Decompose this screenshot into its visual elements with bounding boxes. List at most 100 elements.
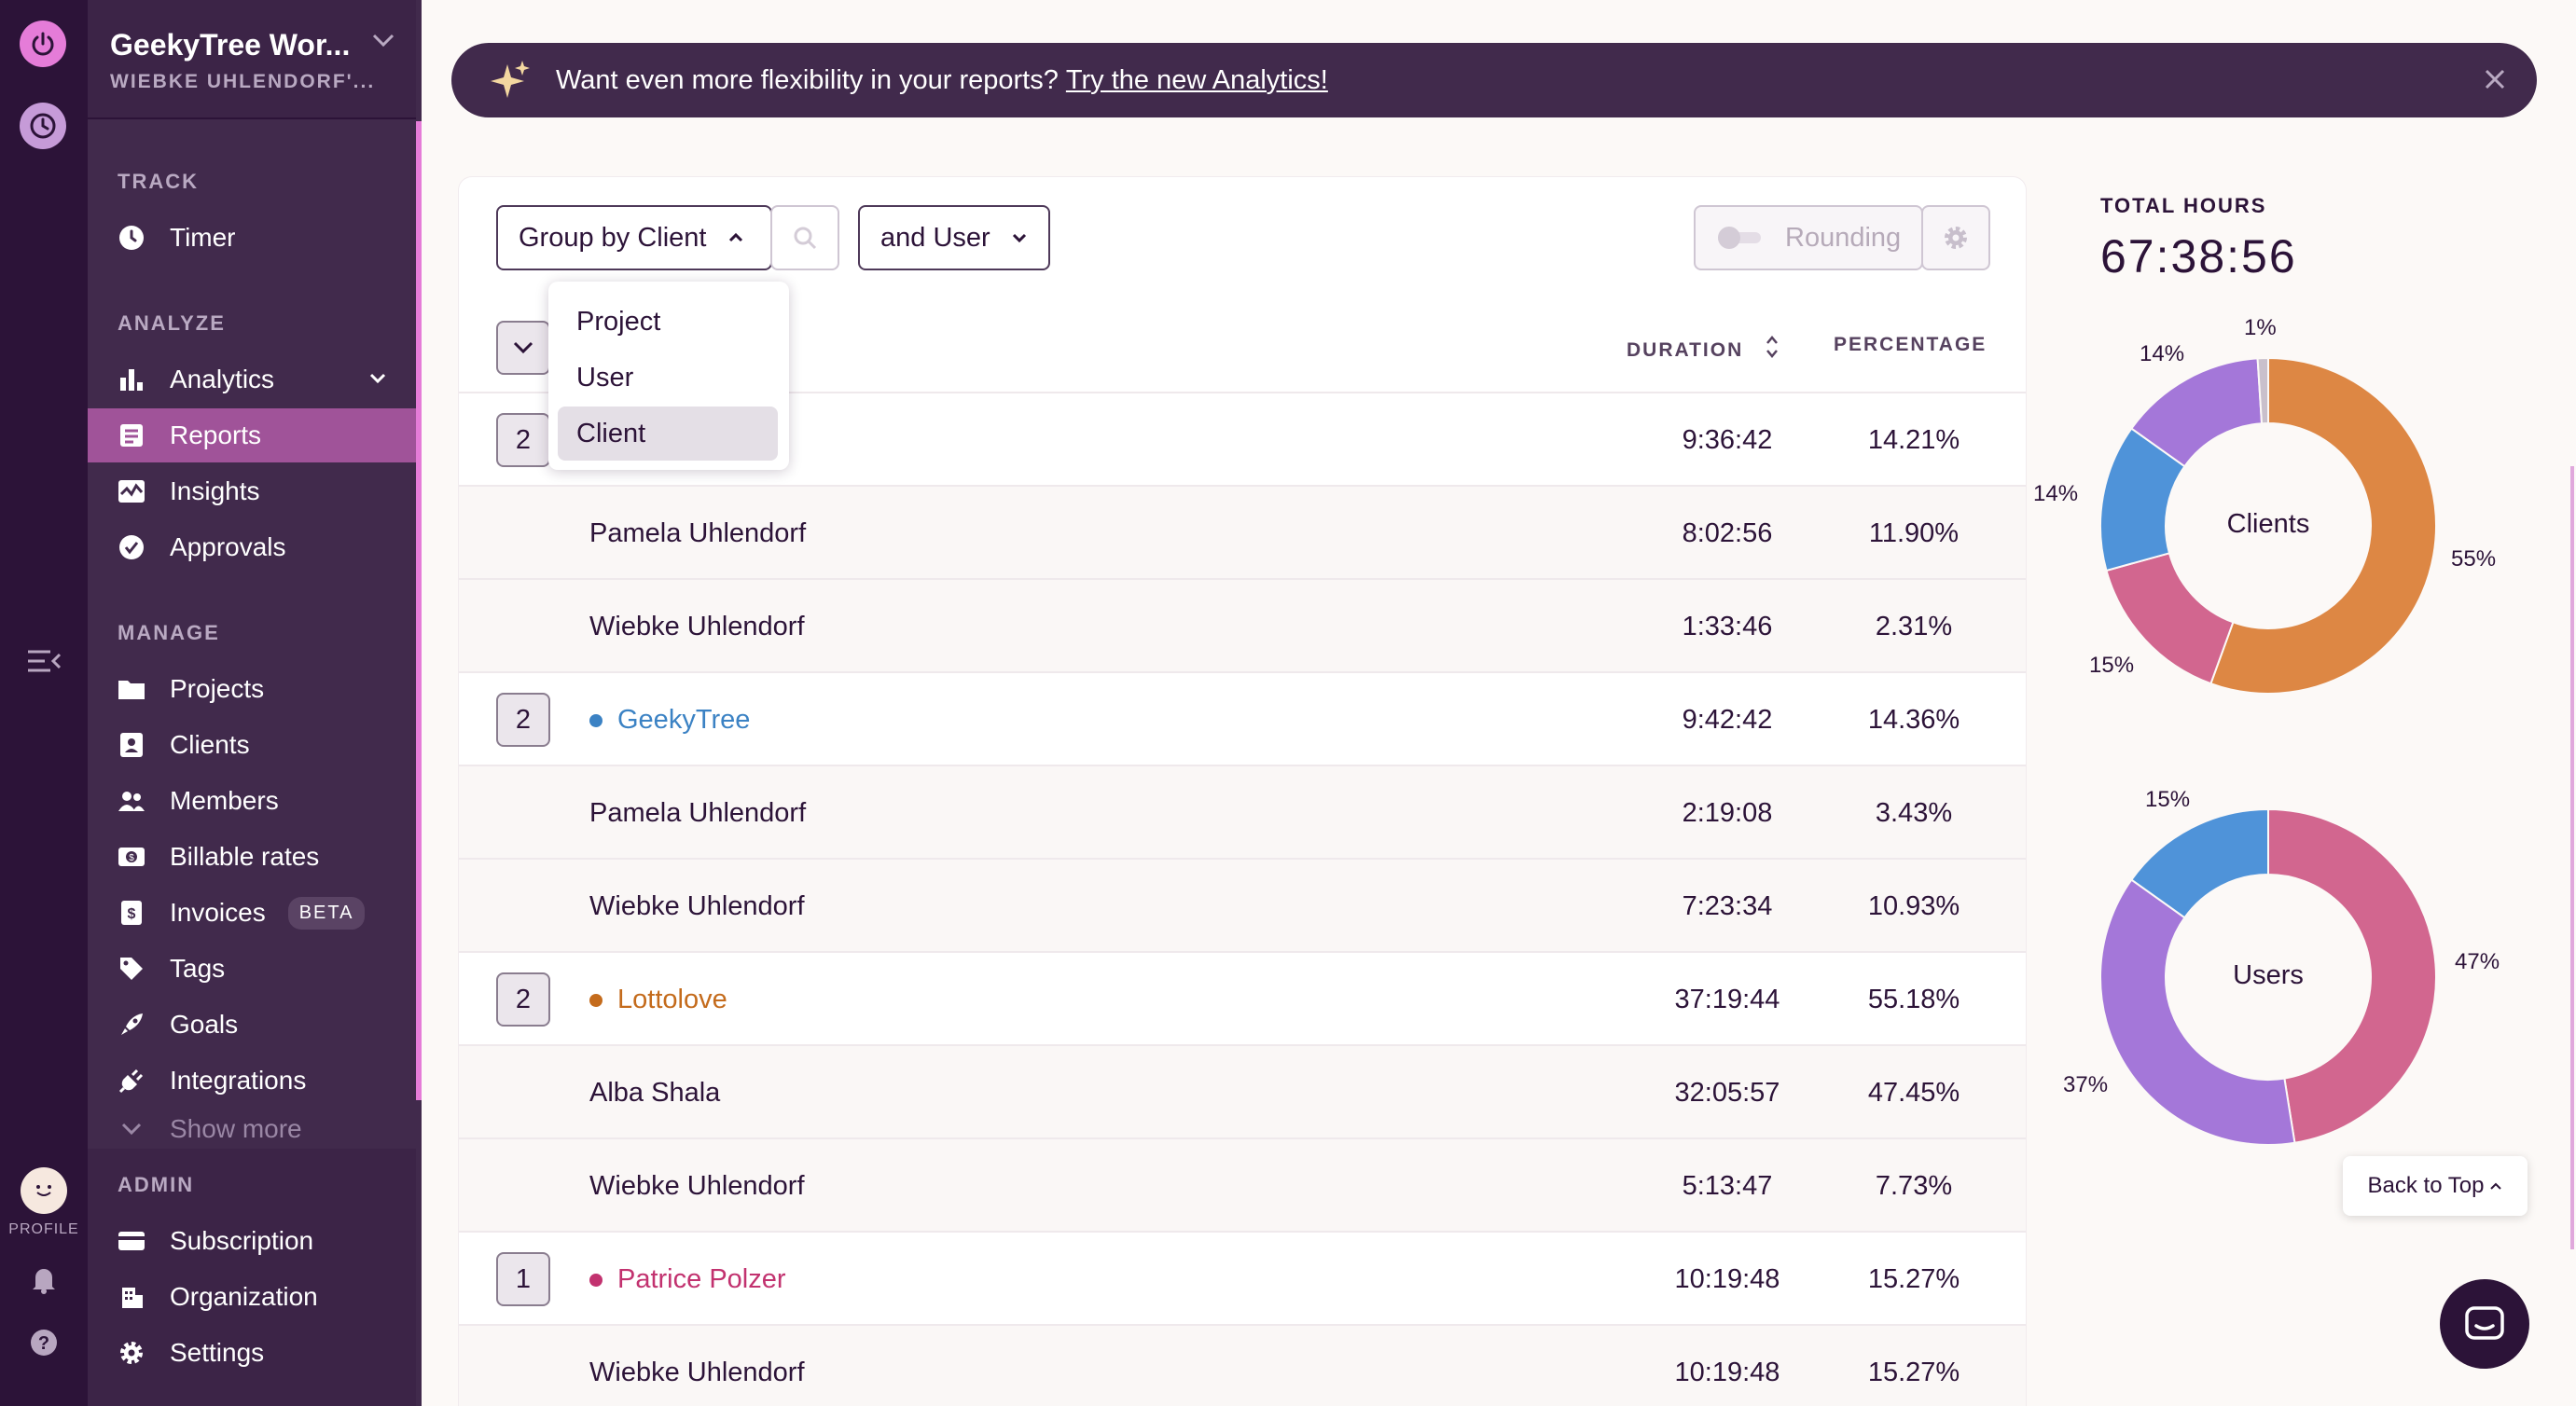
scroll-indicator[interactable] <box>2570 466 2574 1249</box>
bar-chart-icon <box>116 364 147 395</box>
sidebar-item-settings[interactable]: Settings <box>88 1326 416 1380</box>
row-percentage: 15.27% <box>1867 1358 1960 1387</box>
avatar-face-icon <box>36 1185 51 1196</box>
row-duration: 7:23:34 <box>1682 891 1773 921</box>
menu-option-client[interactable]: Client <box>558 407 778 461</box>
timer-power-button[interactable] <box>20 21 66 67</box>
row-percentage: 14.36% <box>1867 705 1960 735</box>
sidebar-accent <box>416 121 422 1100</box>
bell-icon <box>33 1269 55 1294</box>
row-name: Wiebke Uhlendorf <box>589 1358 805 1388</box>
icon-rail: PROFILE ? <box>0 0 88 1406</box>
clock-icon <box>116 222 147 254</box>
chevron-down-icon <box>372 34 395 48</box>
sidebar-item-reports[interactable]: Reports <box>88 408 416 462</box>
chevron-up-icon <box>2490 1182 2502 1190</box>
folder-icon <box>116 673 147 705</box>
row-name: Patrice Polzer <box>589 1264 786 1295</box>
gear-icon <box>116 1337 147 1369</box>
sidebar-item-billable-rates[interactable]: $ Billable rates <box>88 830 416 884</box>
sidebar-item-label: Reports <box>170 420 262 449</box>
sidebar-item-label: Tags <box>170 954 226 983</box>
chevron-down-icon <box>513 341 533 354</box>
group-by-dropdown[interactable]: Group by Client <box>496 205 772 270</box>
sidebar-show-more[interactable]: Show more <box>88 1110 416 1149</box>
and-user-dropdown[interactable]: and User <box>858 205 1050 270</box>
expand-group-button[interactable]: 2 <box>496 413 550 467</box>
client-color-dot <box>589 713 602 727</box>
row-duration: 8:02:56 <box>1682 518 1773 548</box>
sidebar-item-label: Goals <box>170 1010 239 1039</box>
sidebar: GeekyTree Wor... WIEBKE UHLENDORF'... TR… <box>88 0 422 1406</box>
users-segment-1[interactable] <box>2100 878 2296 1145</box>
notifications-button[interactable] <box>0 1264 88 1294</box>
row-percentage: 14.21% <box>1867 425 1960 455</box>
sidebar-item-label: Timer <box>170 223 236 252</box>
sidebar-item-clients[interactable]: Clients <box>88 718 416 772</box>
row-name: Alba Shala <box>589 1078 720 1109</box>
group-row[interactable]: 2 GeekyTree 9:42:42 14.36% <box>459 671 2026 765</box>
sidebar-item-insights[interactable]: Insights <box>88 464 416 518</box>
rounding-toggle[interactable]: Rounding <box>1694 205 1923 270</box>
table-row: Wiebke Uhlendorf 10:19:48 15.27% <box>459 1324 2026 1406</box>
help-icon: ? <box>31 1330 57 1356</box>
sidebar-item-organization[interactable]: Organization <box>88 1270 416 1324</box>
sidebar-item-subscription[interactable]: Subscription <box>88 1214 416 1268</box>
group-row[interactable]: 2 Lottolove 37:19:44 55.18% <box>459 951 2026 1044</box>
expand-group-button[interactable]: 1 <box>496 1252 550 1306</box>
sidebar-item-label: Show more <box>170 1114 302 1143</box>
collapse-sidebar-button[interactable] <box>0 647 88 675</box>
menu-option-project[interactable]: Project <box>558 295 778 349</box>
close-icon[interactable] <box>2481 65 2509 93</box>
expand-group-button[interactable]: 2 <box>496 693 550 747</box>
group-row[interactable]: 1 Patrice Polzer 10:19:48 15.27% <box>459 1231 2026 1324</box>
menu-option-user[interactable]: User <box>558 351 778 405</box>
track-app-button[interactable] <box>20 103 66 149</box>
workspace-name: GeekyTree Wor... <box>110 28 351 62</box>
profile-button[interactable]: PROFILE <box>0 1167 88 1238</box>
back-to-top-button[interactable]: Back to Top <box>2343 1156 2528 1216</box>
chevron-up-icon <box>728 232 742 242</box>
row-duration: 1:33:46 <box>1682 612 1773 641</box>
try-analytics-link[interactable]: Try the new Analytics! <box>1066 65 1328 96</box>
insights-icon <box>116 476 147 507</box>
sidebar-item-label: Projects <box>170 674 265 703</box>
and-user-label: and User <box>880 222 990 253</box>
expand-group-button[interactable]: 2 <box>496 972 550 1027</box>
sidebar-item-members[interactable]: Members <box>88 774 416 828</box>
duration-header[interactable]: DURATION <box>1627 334 1780 362</box>
invoice-icon: $ <box>116 897 147 929</box>
sidebar-item-goals[interactable]: Goals <box>88 998 416 1052</box>
sidebar-item-tags[interactable]: Tags <box>88 942 416 996</box>
total-hours-label: TOTAL HOURS <box>2100 194 2267 217</box>
report-icon <box>116 420 147 451</box>
total-hours-value: 67:38:56 <box>2100 230 2297 283</box>
sidebar-item-timer[interactable]: Timer <box>88 211 416 265</box>
row-label: Pamela Uhlendorf <box>589 518 807 548</box>
help-button[interactable]: ? <box>0 1328 88 1358</box>
row-percentage: 2.31% <box>1875 612 1953 641</box>
row-duration: 9:36:42 <box>1682 425 1773 455</box>
sparkles-icon <box>491 61 530 98</box>
workspace-switcher[interactable]: GeekyTree Wor... WIEBKE UHLENDORF'... <box>88 0 416 119</box>
sidebar-item-approvals[interactable]: Approvals <box>88 520 416 574</box>
table-row: Wiebke Uhlendorf 1:33:46 2.31% <box>459 578 2026 671</box>
users-donut-center-label: Users <box>2233 960 2304 990</box>
row-duration: 32:05:57 <box>1674 1078 1780 1108</box>
chevron-down-icon <box>1012 233 1026 243</box>
row-label: Patrice Polzer <box>617 1264 786 1294</box>
clients-label-14b: 14% <box>2140 341 2185 366</box>
search-button[interactable] <box>770 205 839 270</box>
sidebar-item-integrations[interactable]: Integrations <box>88 1054 416 1108</box>
users-label-47: 47% <box>2455 949 2500 974</box>
expand-all-button[interactable] <box>496 321 550 375</box>
sidebar-item-invoices[interactable]: $ Invoices BETA <box>88 886 416 940</box>
client-color-dot <box>589 1273 602 1287</box>
rounding-settings-button[interactable] <box>1921 205 1990 270</box>
chat-button[interactable] <box>2440 1279 2529 1369</box>
clients-label-55: 55% <box>2451 546 2497 572</box>
sidebar-item-projects[interactable]: Projects <box>88 662 416 716</box>
row-percentage: 15.27% <box>1867 1264 1960 1294</box>
sidebar-item-label: Integrations <box>170 1066 307 1095</box>
sidebar-item-analytics[interactable]: Analytics <box>88 352 416 407</box>
